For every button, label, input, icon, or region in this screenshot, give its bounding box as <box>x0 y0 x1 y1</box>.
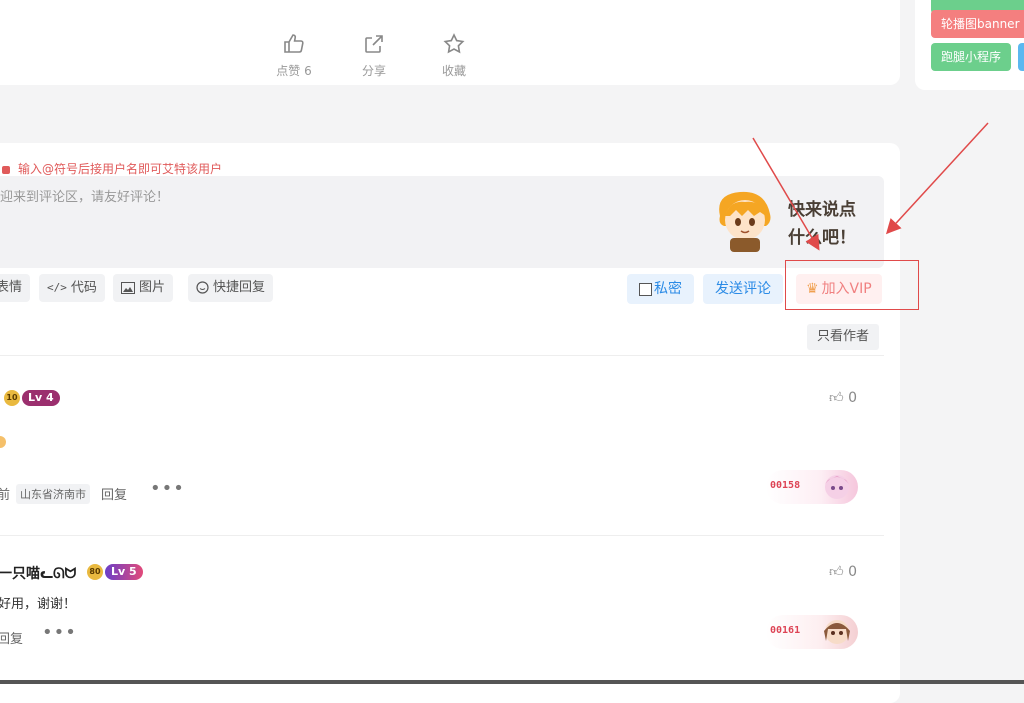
level-badge: Lv 4 <box>22 390 60 406</box>
comment-author[interactable]: 一只喵ᓚᘏᗢ <box>0 563 76 583</box>
reply-link[interactable]: 回复 <box>101 484 127 503</box>
more-icon[interactable]: ••• <box>150 478 185 499</box>
comment-time: 前 <box>0 488 11 503</box>
divider <box>0 535 884 536</box>
comment-like-button[interactable]: 👍︎ 0 <box>829 389 857 406</box>
reply-link[interactable]: 回复 <box>0 628 23 647</box>
thumb-up-icon: 👍︎ <box>829 390 844 406</box>
only-author-filter[interactable]: 只看作者 <box>807 324 880 350</box>
more-icon[interactable]: ••• <box>42 622 77 643</box>
annotation-arrow-right <box>885 122 989 235</box>
level-badge: Lv 5 <box>105 564 143 580</box>
comment-content: 好用，谢谢！ <box>0 597 77 612</box>
location-tag: 山东省济南市 <box>16 484 90 504</box>
comment-stamp: 00158 <box>766 470 858 504</box>
thumb-up-icon: 👍︎ <box>829 564 844 580</box>
comment-stamp: 00161 <box>766 615 858 649</box>
medal-badge: 10 <box>4 390 20 406</box>
anime-avatar-icon <box>824 620 850 644</box>
level-prefix: Lv <box>28 391 43 404</box>
annotation-arrow-left <box>752 137 820 251</box>
medal-badge: 80 <box>87 564 103 580</box>
bottom-edge <box>0 680 1024 684</box>
anime-avatar-icon <box>825 475 849 499</box>
level-prefix: Lv <box>111 565 126 578</box>
comment-like-button[interactable]: 👍︎ 0 <box>829 563 857 580</box>
divider <box>0 355 884 356</box>
